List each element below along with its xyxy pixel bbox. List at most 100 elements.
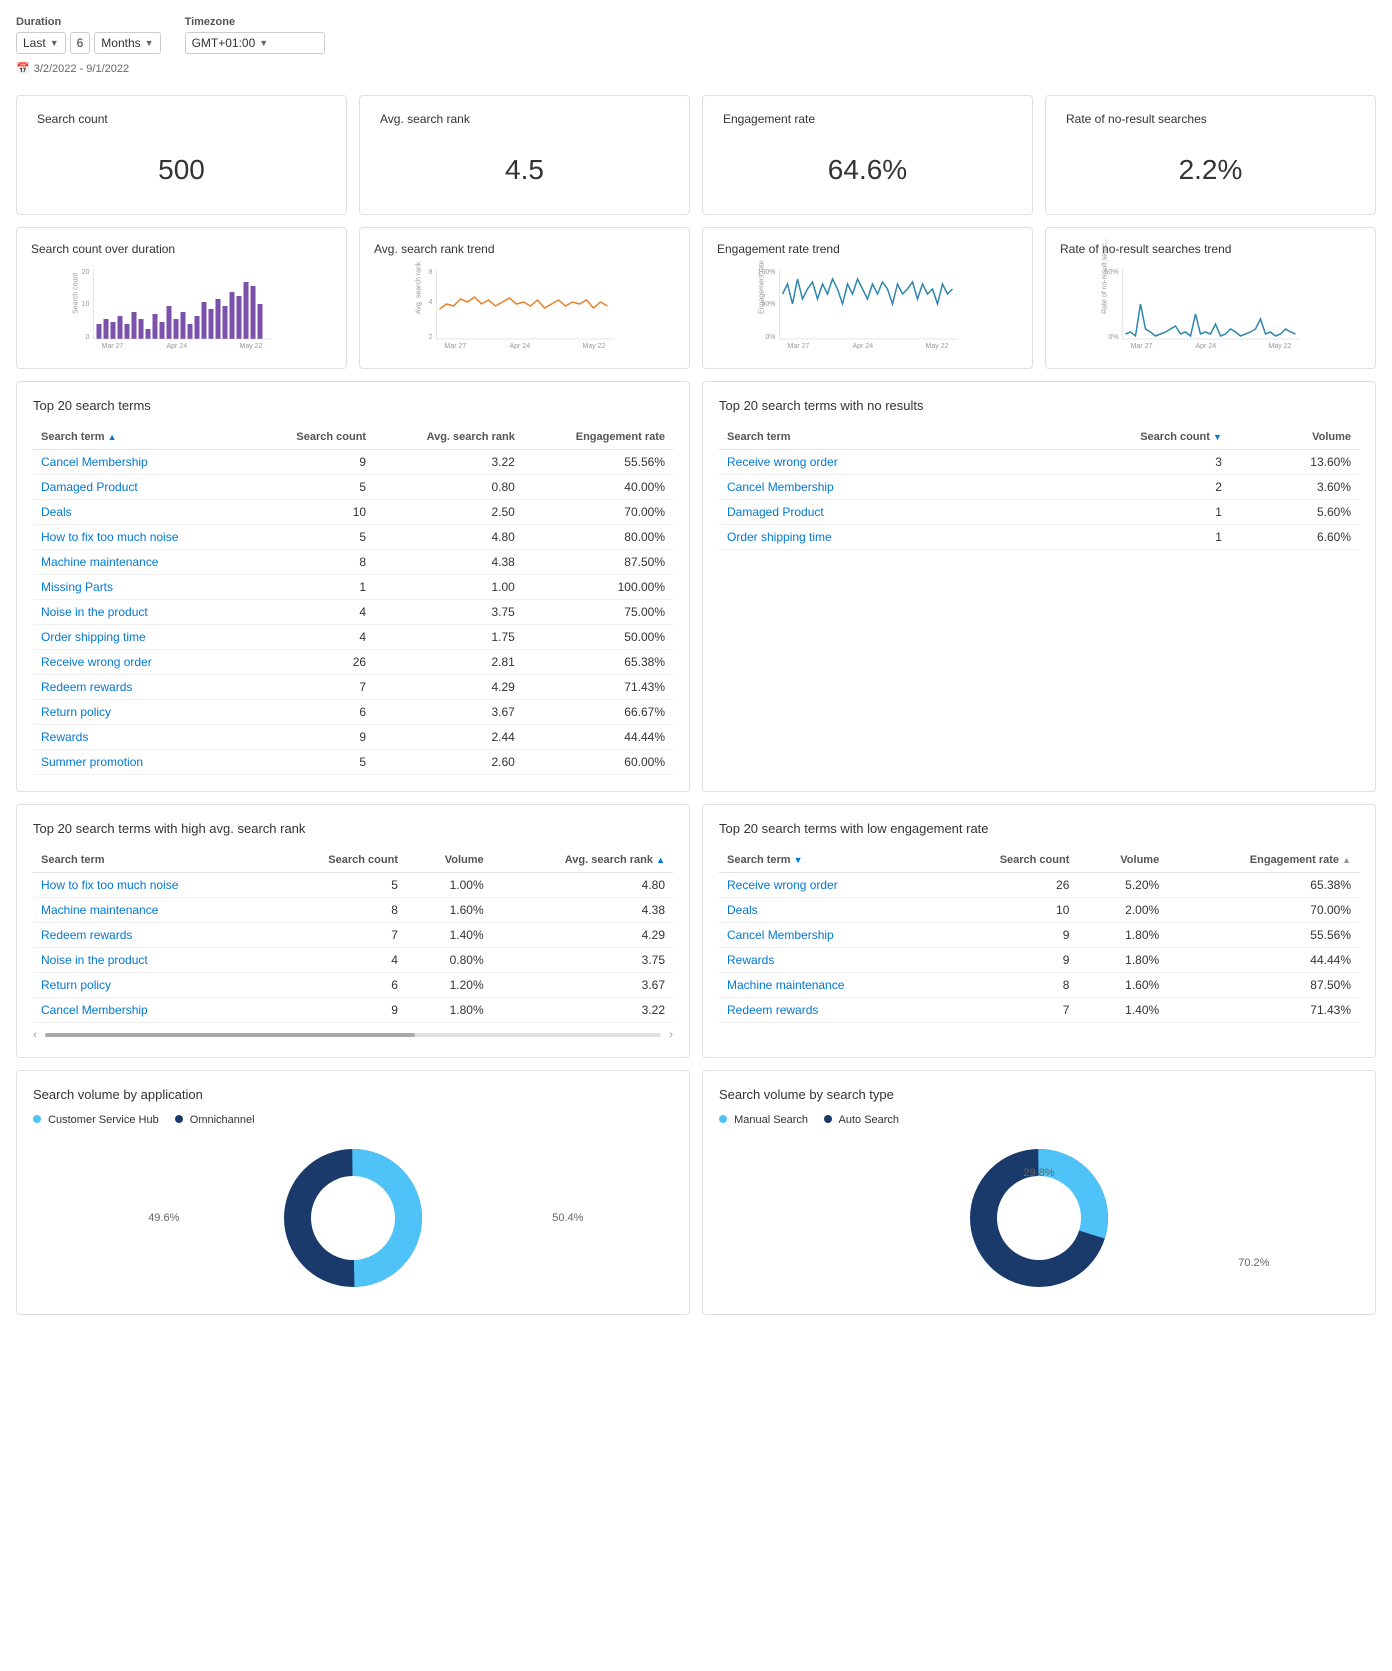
table-row: How to fix too much noise54.8080.00%: [33, 525, 673, 550]
table-row: Redeem rewards74.2971.43%: [33, 675, 673, 700]
svg-text:Mar 27: Mar 27: [102, 343, 124, 350]
svg-text:50%: 50%: [761, 301, 775, 308]
table-cell: 1.40%: [406, 923, 492, 948]
table-row: Receive wrong order313.60%: [719, 450, 1359, 475]
table-cell: Order shipping time: [719, 525, 1008, 550]
col-avg-rank[interactable]: Avg. search rank: [374, 425, 523, 450]
svg-text:0: 0: [86, 334, 90, 341]
svg-text:May 22: May 22: [583, 343, 606, 350]
col-search-term[interactable]: Search term ▲: [33, 425, 252, 450]
table-row: Damaged Product15.60%: [719, 500, 1359, 525]
col-hr-volume[interactable]: Volume: [406, 848, 492, 873]
table-cell: 1.80%: [1077, 923, 1167, 948]
table-cell: Return policy: [33, 700, 252, 725]
table-cell: Noise in the product: [33, 948, 272, 973]
table-cell: 9: [252, 725, 374, 750]
donut-type-title: Search volume by search type: [719, 1087, 1359, 1102]
svg-text:50%: 50%: [1104, 269, 1118, 276]
high-rank-table: Search term Search count Volume Avg. sea…: [33, 848, 673, 1023]
table-row: Deals102.00%70.00%: [719, 898, 1359, 923]
duration-prefix-arrow: ▼: [50, 38, 59, 48]
chart-title-2: Engagement rate trend: [717, 242, 1018, 256]
table-cell: 8: [937, 973, 1077, 998]
table-cell: Cancel Membership: [33, 998, 272, 1023]
col-le-count[interactable]: Search count: [937, 848, 1077, 873]
col-hr-term[interactable]: Search term: [33, 848, 272, 873]
table-cell: 4.80: [374, 525, 523, 550]
table-cell: 70.00%: [1167, 898, 1359, 923]
table-cell: 65.38%: [1167, 873, 1359, 898]
sort-arrow-hr: ▲: [656, 855, 665, 865]
table-cell: 66.67%: [523, 700, 673, 725]
table-cell: 1.40%: [1077, 998, 1167, 1023]
svg-text:0%: 0%: [1108, 334, 1118, 341]
col-le-volume[interactable]: Volume: [1077, 848, 1167, 873]
table-row: Return policy61.20%3.67: [33, 973, 673, 998]
sort-arrow-nr: ▼: [1213, 432, 1222, 442]
high-rank-title: Top 20 search terms with high avg. searc…: [33, 821, 673, 836]
no-results-table: Search term Search count ▼ Volume Receiv…: [719, 425, 1359, 550]
table-cell: 3.75: [492, 948, 673, 973]
top20-title: Top 20 search terms: [33, 398, 673, 413]
no-results-card: Top 20 search terms with no results Sear…: [702, 381, 1376, 792]
table-cell: 44.44%: [523, 725, 673, 750]
top20-header-row: Search term ▲ Search count Avg. search r…: [33, 425, 673, 450]
col-le-engagement[interactable]: Engagement rate ▲: [1167, 848, 1359, 873]
legend-dot-csh: [33, 1115, 41, 1123]
donut-app-wrapper: 49.6% 50.4%: [33, 1138, 673, 1298]
svg-text:Mar 27: Mar 27: [1131, 343, 1153, 350]
legend-label-csh: Customer Service Hub: [48, 1114, 159, 1126]
col-engagement[interactable]: Engagement rate: [523, 425, 673, 450]
table-cell: Redeem rewards: [719, 998, 937, 1023]
dashboard-page: Duration Last ▼ 6 Months ▼ 📅 3/2/2022 - …: [0, 0, 1392, 1671]
col-le-term[interactable]: Search term ▼: [719, 848, 937, 873]
table-cell: 1.75: [374, 625, 523, 650]
svg-text:Apr 24: Apr 24: [1196, 343, 1217, 350]
duration-prefix-select[interactable]: Last ▼: [16, 32, 66, 54]
table-row: Return policy63.6766.67%: [33, 700, 673, 725]
duration-value-select[interactable]: 6: [70, 32, 91, 54]
table-row: Rewards92.4444.44%: [33, 725, 673, 750]
col-hr-rank[interactable]: Avg. search rank ▲: [492, 848, 673, 873]
col-nr-volume[interactable]: Volume: [1230, 425, 1359, 450]
stat-card-avg-rank: Avg. search rank 4.5: [359, 95, 690, 215]
table-cell: 9: [937, 923, 1077, 948]
donut-type-label-top: 29.8%: [1023, 1167, 1054, 1179]
table-cell: Cancel Membership: [33, 450, 252, 475]
scroll-bar-hr[interactable]: [45, 1033, 662, 1037]
chart-title-0: Search count over duration: [31, 242, 332, 256]
top20-search-terms-card: Top 20 search terms Search term ▲ Search…: [16, 381, 690, 792]
table-row: Machine maintenance81.60%4.38: [33, 898, 673, 923]
table-cell: Deals: [33, 500, 252, 525]
table-cell: 70.00%: [523, 500, 673, 525]
col-hr-count[interactable]: Search count: [272, 848, 406, 873]
col-search-count[interactable]: Search count: [252, 425, 374, 450]
table-row: Cancel Membership91.80%3.22: [33, 998, 673, 1023]
table-cell: Redeem rewards: [33, 675, 252, 700]
chart-area-3: Rate of no-result searc... 50% 0% Mar 27…: [1060, 264, 1361, 354]
low-engagement-title: Top 20 search terms with low engagement …: [719, 821, 1359, 836]
top20-tables-row: Top 20 search terms Search term ▲ Search…: [16, 381, 1376, 792]
table-cell: 1.00%: [406, 873, 492, 898]
chart-engagement-trend: Engagement rate trend Engagement rate 10…: [702, 227, 1033, 369]
duration-row: Last ▼ 6 Months ▼: [16, 32, 161, 54]
table-cell: 60.00%: [523, 750, 673, 775]
duration-unit-select[interactable]: Months ▼: [94, 32, 160, 54]
timezone-select[interactable]: GMT+01:00 ▼: [185, 32, 325, 54]
table-cell: Missing Parts: [33, 575, 252, 600]
legend-label-manual: Manual Search: [734, 1114, 808, 1126]
table-cell: Summer promotion: [33, 750, 252, 775]
col-nr-search-count[interactable]: Search count ▼: [1008, 425, 1230, 450]
donut-type-label-bottom: 70.2%: [1238, 1257, 1269, 1269]
table-row: Cancel Membership93.2255.56%: [33, 450, 673, 475]
table-cell: 1.60%: [1077, 973, 1167, 998]
donut-app-label-left: 49.6%: [148, 1212, 179, 1224]
low-engagement-table: Search term ▼ Search count Volume Engage…: [719, 848, 1359, 1023]
low-engagement-card: Top 20 search terms with low engagement …: [702, 804, 1376, 1058]
table-cell: 3.67: [492, 973, 673, 998]
table-cell: Cancel Membership: [719, 923, 937, 948]
sort-arrow-le-eng: ▲: [1342, 855, 1351, 865]
col-nr-search-term[interactable]: Search term: [719, 425, 1008, 450]
table-cell: Machine maintenance: [33, 898, 272, 923]
table-cell: 3.75: [374, 600, 523, 625]
